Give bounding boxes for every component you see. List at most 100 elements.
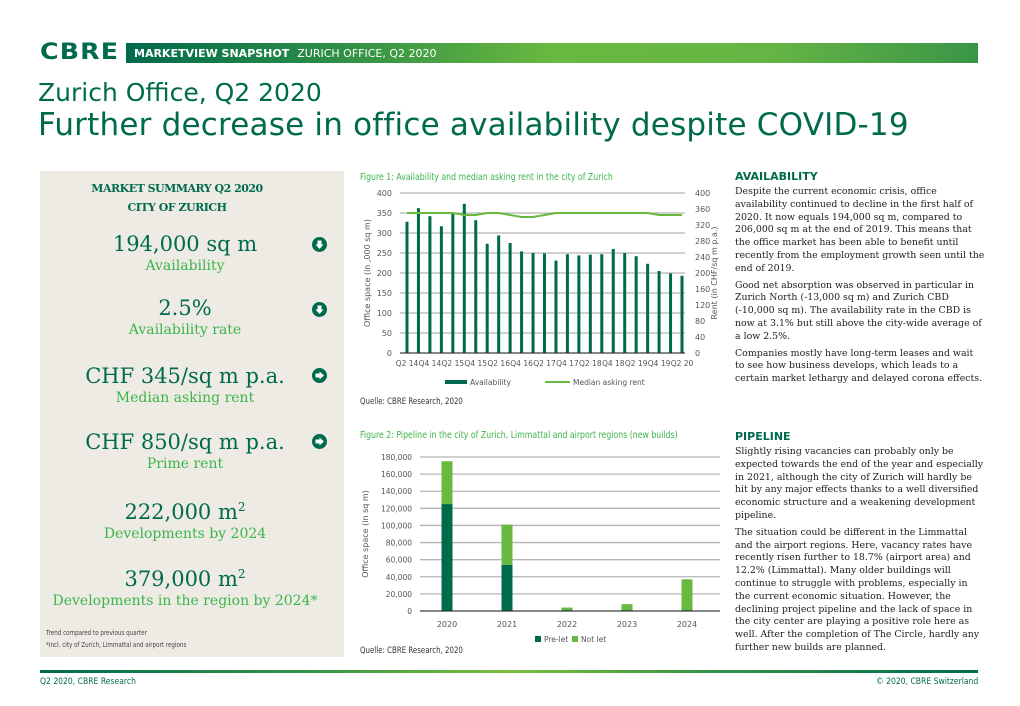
x-tick-label: Q2 19 xyxy=(625,359,648,368)
y-tick-label: 150 xyxy=(377,289,392,298)
availability-bar xyxy=(474,220,478,353)
y-tick-label: 300 xyxy=(377,229,392,238)
y-tick-label: 0 xyxy=(407,607,412,616)
y2-tick-label: 120 xyxy=(695,301,710,310)
footnote: *Incl. city of Zurich, Limmattal and air… xyxy=(46,641,187,649)
x-tick-label: Q2 20 xyxy=(671,359,694,368)
x-tick-label: Q4 14 xyxy=(419,359,442,368)
not-let-bar xyxy=(441,461,453,505)
figure2-title: Figure 2: Pipeline in the city of Zurich… xyxy=(360,430,678,441)
y2-tick-label: 200 xyxy=(695,269,710,278)
y-tick-label: 0 xyxy=(387,349,392,358)
availability-bar xyxy=(588,254,592,353)
legend-not-let-label: Not let xyxy=(581,635,606,644)
not-let-bar xyxy=(681,579,693,611)
legend-not-let-swatch xyxy=(572,636,578,642)
availability-bar xyxy=(462,203,466,353)
availability-bar xyxy=(669,273,673,353)
y-axis-label: Office space (in sq m) xyxy=(361,490,370,578)
availability-paragraph: Good net absorption was observed in part… xyxy=(735,279,982,342)
kpi-value: CHF 345/sq m p.a. xyxy=(85,364,285,388)
x-tick-label: 2024 xyxy=(677,620,697,629)
availability-bar xyxy=(543,253,546,353)
kpi-label: Availability rate xyxy=(128,322,242,338)
figure2-source: Quelle: CBRE Research, 2020 xyxy=(360,646,463,656)
y-tick-label: 20,000 xyxy=(386,590,412,599)
footer-right: © 2020, CBRE Switzerland xyxy=(875,677,978,687)
availability-bar xyxy=(623,253,627,353)
trend-stable-icon xyxy=(312,434,327,449)
availability-bar xyxy=(416,208,420,353)
cbre-logo: CBRE xyxy=(40,40,120,65)
x-tick-label: Q4 16 xyxy=(510,359,533,368)
x-tick-label: Q4 17 xyxy=(556,359,579,368)
y-tick-label: 350 xyxy=(377,209,392,218)
summary-heading-line2: CITY OF ZURICH xyxy=(127,201,227,214)
kpi-availability: 194,000 sq m Availability xyxy=(40,231,344,275)
availability-bar xyxy=(451,213,455,353)
y2-tick-label: 360 xyxy=(695,205,710,214)
y-tick-label: 100 xyxy=(377,309,392,318)
legend-pre-let-swatch xyxy=(535,636,541,642)
availability-bar xyxy=(485,243,489,353)
header-bar-title: MARKETVIEW SNAPSHOT xyxy=(134,46,290,60)
page-title: Further decrease in office availability … xyxy=(38,107,909,143)
availability-bar xyxy=(428,216,432,353)
footer-bar xyxy=(40,670,978,673)
x-tick-label: Q2 18 xyxy=(579,359,602,368)
pipeline-heading: PIPELINE xyxy=(735,430,791,443)
kpi-value: 2.5% xyxy=(158,296,212,320)
y2-tick-label: 0 xyxy=(695,349,700,358)
availability-bar xyxy=(439,226,443,353)
y-tick-label: 120,000 xyxy=(381,504,412,513)
availability-bar xyxy=(634,256,638,353)
x-tick-label: 2021 xyxy=(497,620,517,629)
x-tick-label: 2022 xyxy=(557,620,577,629)
y2-tick-label: 40 xyxy=(695,333,705,342)
pipeline-paragraph: Slightly rising vacancies can probably o… xyxy=(735,446,984,521)
availability-text: Despite the current economic crisis, off… xyxy=(735,186,985,390)
y2-tick-label: 80 xyxy=(695,317,705,326)
y2-tick-label: 400 xyxy=(695,189,710,198)
x-tick-label: Q4 18 xyxy=(602,359,625,368)
pipeline-paragraph: The situation could be different in the … xyxy=(735,526,980,653)
y-tick-label: 100,000 xyxy=(381,521,412,530)
kpi-value: CHF 850/sq m p.a. xyxy=(85,430,285,454)
availability-bar xyxy=(554,260,558,353)
kpi-value-sup: 2 xyxy=(237,500,246,514)
availability-bar xyxy=(405,221,409,353)
figure1-source: Quelle: CBRE Research, 2020 xyxy=(360,397,463,407)
availability-bar xyxy=(611,249,615,353)
y-tick-label: 400 xyxy=(377,189,392,198)
figure1-title: Figure 1: Availability and median asking… xyxy=(360,172,613,183)
kpi-value-text: 379,000 m xyxy=(124,567,238,591)
pipeline-text: Slightly rising vacancies can probably o… xyxy=(735,446,985,659)
y-tick-label: 180,000 xyxy=(381,453,412,462)
x-tick-label: Q4 19 xyxy=(648,359,671,368)
legend-availability-swatch xyxy=(445,380,467,384)
availability-bar xyxy=(565,254,569,353)
availability-bar xyxy=(600,254,604,353)
kpi-value-text: 222,000 m xyxy=(124,500,238,524)
availability-heading: AVAILABILITY xyxy=(735,170,818,183)
availability-bar xyxy=(508,243,512,353)
trend-stable-icon xyxy=(312,368,327,383)
availability-paragraph: Despite the current economic crisis, off… xyxy=(735,186,985,274)
y-tick-label: 140,000 xyxy=(381,487,412,496)
availability-bar xyxy=(577,255,581,353)
availability-bar xyxy=(646,263,650,353)
y-axis-label: Office space (in ,000 sq m) xyxy=(363,219,372,327)
pre-let-bar xyxy=(501,564,513,611)
x-tick-label: 2023 xyxy=(617,620,637,629)
y2-axis-label: Rent (in CHF/sq m p.a.) xyxy=(710,226,719,319)
summary-heading-line1: MARKET SUMMARY Q2 2020 xyxy=(91,182,263,195)
x-tick-label: Q2 17 xyxy=(533,359,556,368)
trend-note: Trend compared to previous quarter xyxy=(46,629,147,637)
figure1-chart: 0 50 100 150 200 250 300 350 400 0 40 80 120 160 200 24… xyxy=(363,189,719,387)
kpi-value-sup: 2 xyxy=(237,567,246,581)
kpi-developments-region: 379,000 m2 Developments in the region by… xyxy=(40,561,344,610)
trend-down-icon xyxy=(312,237,327,252)
kpi-label: Developments in the region by 2024* xyxy=(52,593,318,609)
y2-tick-label: 320 xyxy=(695,221,710,230)
pre-let-bar xyxy=(441,504,453,611)
